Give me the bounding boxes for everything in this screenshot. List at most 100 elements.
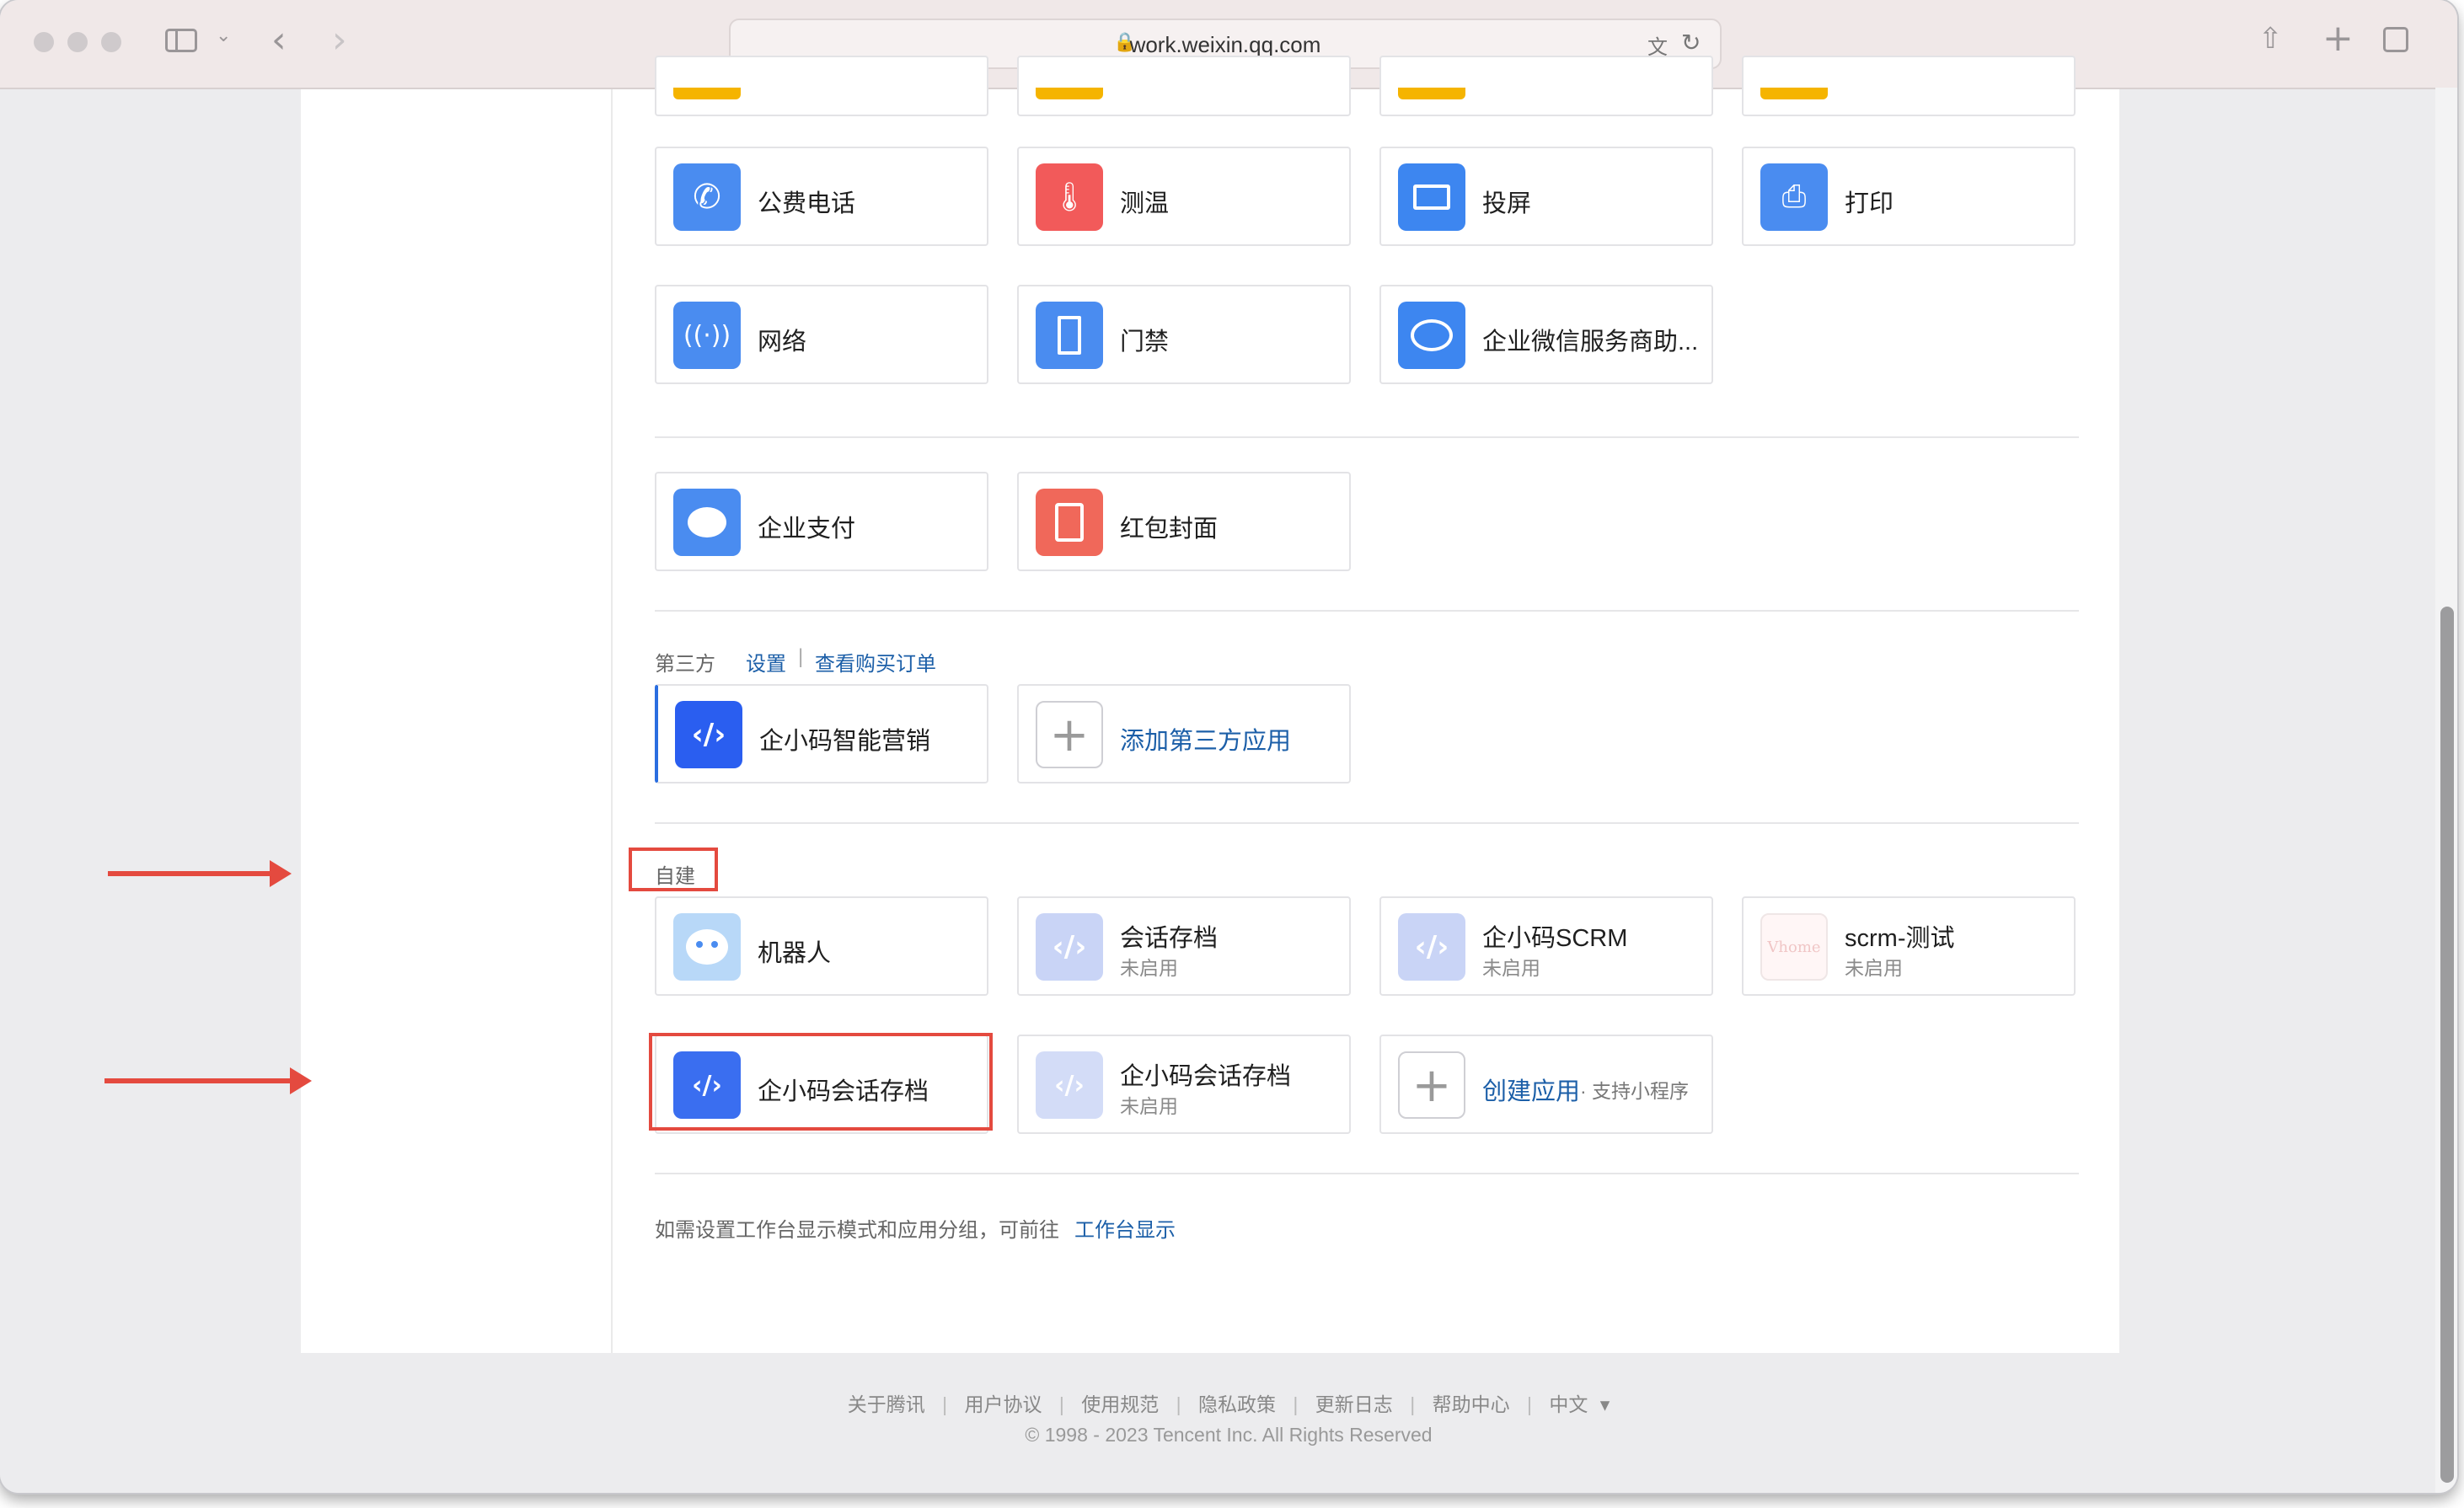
app-status: 未启用 — [1482, 957, 1540, 979]
footer-link-about[interactable]: 关于腾讯 — [848, 1393, 925, 1415]
app-card-robot[interactable]: 机器人 — [655, 896, 988, 996]
annotation-box-self-built — [629, 848, 718, 891]
app-card-qixiaoma-scrm[interactable]: ‹/› 企小码SCRM 未启用 — [1379, 896, 1713, 996]
workbench-hint-text: 如需设置工作台显示模式和应用分组，可前往 — [655, 1219, 1059, 1242]
view-orders-link[interactable]: 查看购买订单 — [815, 647, 936, 676]
code-icon: ‹/› — [1036, 913, 1103, 981]
left-nav-column — [301, 89, 613, 1353]
footer-link-privacy[interactable]: 隐私政策 — [1198, 1393, 1276, 1415]
create-app-card[interactable]: + 创建应用 · 支持小程序 — [1379, 1035, 1713, 1134]
app-name: 公费电话 — [758, 190, 856, 217]
create-app-label: 创建应用 — [1482, 1078, 1581, 1105]
app-card-qixiaoma-session-archive-disabled[interactable]: ‹/› 企小码会话存档 未启用 — [1017, 1035, 1351, 1134]
app-name: 企业微信服务商助... — [1482, 329, 1699, 356]
zoom-window-button[interactable] — [101, 32, 121, 52]
url-text: work.weixin.qq.com — [1129, 32, 1321, 57]
forward-icon[interactable]: › — [332, 19, 347, 61]
app-card-partial[interactable] — [655, 56, 988, 116]
footer-link-usage-rules[interactable]: 使用规范 — [1081, 1393, 1159, 1415]
app-card-door-access[interactable]: 门禁 — [1017, 285, 1351, 384]
app-name: 门禁 — [1120, 329, 1170, 356]
minimize-window-button[interactable] — [67, 32, 88, 52]
add-third-party-label: 添加第三方应用 — [1120, 728, 1292, 755]
app-name: 企小码SCRM — [1482, 925, 1628, 952]
app-icon-partial — [1760, 88, 1828, 99]
app-name: 企业支付 — [758, 516, 856, 543]
tab-overview-icon[interactable] — [2383, 27, 2408, 52]
chat-bubble-icon — [1398, 302, 1465, 369]
app-icon-partial — [1036, 88, 1103, 99]
vhome-logo-icon: Vhome — [1760, 913, 1828, 981]
app-card-scrm-test[interactable]: Vhome scrm-测试 未启用 — [1742, 896, 2076, 996]
app-status: 未启用 — [1120, 957, 1178, 979]
footer-links: 关于腾讯 | 用户协议 | 使用规范 | 隐私政策 | 更新日志 | 帮助中心 … — [847, 1393, 1610, 1415]
app-card-partial[interactable] — [1017, 56, 1351, 116]
app-name: scrm-测试 — [1845, 925, 1955, 952]
app-status: 未启用 — [1120, 1095, 1178, 1117]
chevron-down-icon[interactable]: ⌄ — [216, 25, 231, 46]
app-name: 打印 — [1845, 190, 1894, 217]
app-name: 测温 — [1120, 190, 1170, 217]
screen-cast-icon — [1398, 163, 1465, 231]
app-icon-partial — [1398, 88, 1465, 99]
code-icon: ‹/› — [1398, 913, 1465, 981]
app-card-partial[interactable] — [1742, 56, 2076, 116]
app-card-temperature[interactable]: 🌡 测温 — [1017, 147, 1351, 246]
app-card-red-envelope[interactable]: 红包封面 — [1017, 472, 1351, 571]
app-card-public-phone[interactable]: ✆ 公费电话 — [655, 147, 988, 246]
vertical-scrollbar[interactable] — [2435, 88, 2457, 1493]
app-name: 红包封面 — [1120, 516, 1219, 543]
main-panel: ✆ 公费电话 🌡 测温 投屏 ⎙ 打印 ((·)) 网络 门禁 企业微信服务商助… — [301, 56, 2119, 1353]
copyright-text: © 1998 - 2023 Tencent Inc. All Rights Re… — [1025, 1424, 1433, 1446]
printer-icon: ⎙ — [1760, 163, 1828, 231]
app-icon-partial — [673, 88, 741, 99]
app-card-service-assistant[interactable]: 企业微信服务商助... — [1379, 285, 1713, 384]
link-separator: | — [798, 645, 804, 668]
phone-icon: ✆ — [673, 163, 741, 231]
app-card-enterprise-pay[interactable]: 企业支付 — [655, 472, 988, 571]
workbench-display-link[interactable]: 工作台显示 — [1074, 1213, 1176, 1243]
app-name: 企小码会话存档 — [1120, 1063, 1292, 1090]
app-card-network[interactable]: ((·)) 网络 — [655, 285, 988, 384]
new-tab-icon[interactable]: + — [2322, 17, 2354, 60]
close-window-button[interactable] — [34, 32, 54, 52]
app-card-print[interactable]: ⎙ 打印 — [1742, 147, 2076, 246]
plus-icon: + — [1398, 1051, 1465, 1119]
plus-icon: + — [1036, 701, 1103, 768]
app-name: 会话存档 — [1120, 925, 1219, 952]
annotation-box-highlighted-app — [649, 1033, 993, 1131]
chevron-down-icon[interactable]: ▾ — [1600, 1393, 1610, 1415]
app-card-partial[interactable] — [1379, 56, 1713, 116]
section-divider — [655, 436, 2079, 438]
section-divider — [655, 822, 2079, 824]
red-envelope-icon — [1036, 489, 1103, 556]
section-divider — [655, 610, 2079, 612]
code-icon: ‹/› — [675, 701, 742, 768]
footer-link-help[interactable]: 帮助中心 — [1433, 1393, 1510, 1415]
app-name: 机器人 — [758, 940, 832, 967]
app-card-screen-cast[interactable]: 投屏 — [1379, 147, 1713, 246]
door-icon — [1036, 302, 1103, 369]
footer-link-changelog[interactable]: 更新日志 — [1315, 1393, 1393, 1415]
browser-window: ⌄ ‹ › 🔒 work.weixin.qq.com 文 ↻ ⇧ + ✆ 公费电… — [0, 0, 2457, 1493]
router-icon: ((·)) — [673, 302, 741, 369]
app-card-session-archive[interactable]: ‹/› 会话存档 未启用 — [1017, 896, 1351, 996]
settings-link[interactable]: 设置 — [746, 647, 786, 676]
app-status: 未启用 — [1845, 957, 1903, 979]
share-icon[interactable]: ⇧ — [2258, 22, 2283, 56]
app-card-qixiaoma-marketing[interactable]: ‹/› 企小码智能营销 — [655, 684, 988, 783]
reload-icon[interactable]: ↻ — [1681, 29, 1701, 56]
scrollbar-thumb[interactable] — [2440, 607, 2454, 1483]
section-divider — [655, 1173, 2079, 1174]
back-icon[interactable]: ‹ — [271, 19, 287, 61]
language-selector[interactable]: 中文 — [1549, 1393, 1588, 1415]
robot-icon — [673, 913, 741, 981]
add-third-party-app-card[interactable]: + 添加第三方应用 — [1017, 684, 1351, 783]
footer-link-user-agreement[interactable]: 用户协议 — [965, 1393, 1042, 1415]
code-icon: ‹/› — [1036, 1051, 1103, 1119]
page-content: ✆ 公费电话 🌡 测温 投屏 ⎙ 打印 ((·)) 网络 门禁 企业微信服务商助… — [0, 56, 2457, 1493]
sidebar-icon[interactable] — [165, 29, 197, 52]
pay-icon — [673, 489, 741, 556]
app-name: 网络 — [758, 329, 807, 356]
app-name: 投屏 — [1482, 190, 1532, 217]
